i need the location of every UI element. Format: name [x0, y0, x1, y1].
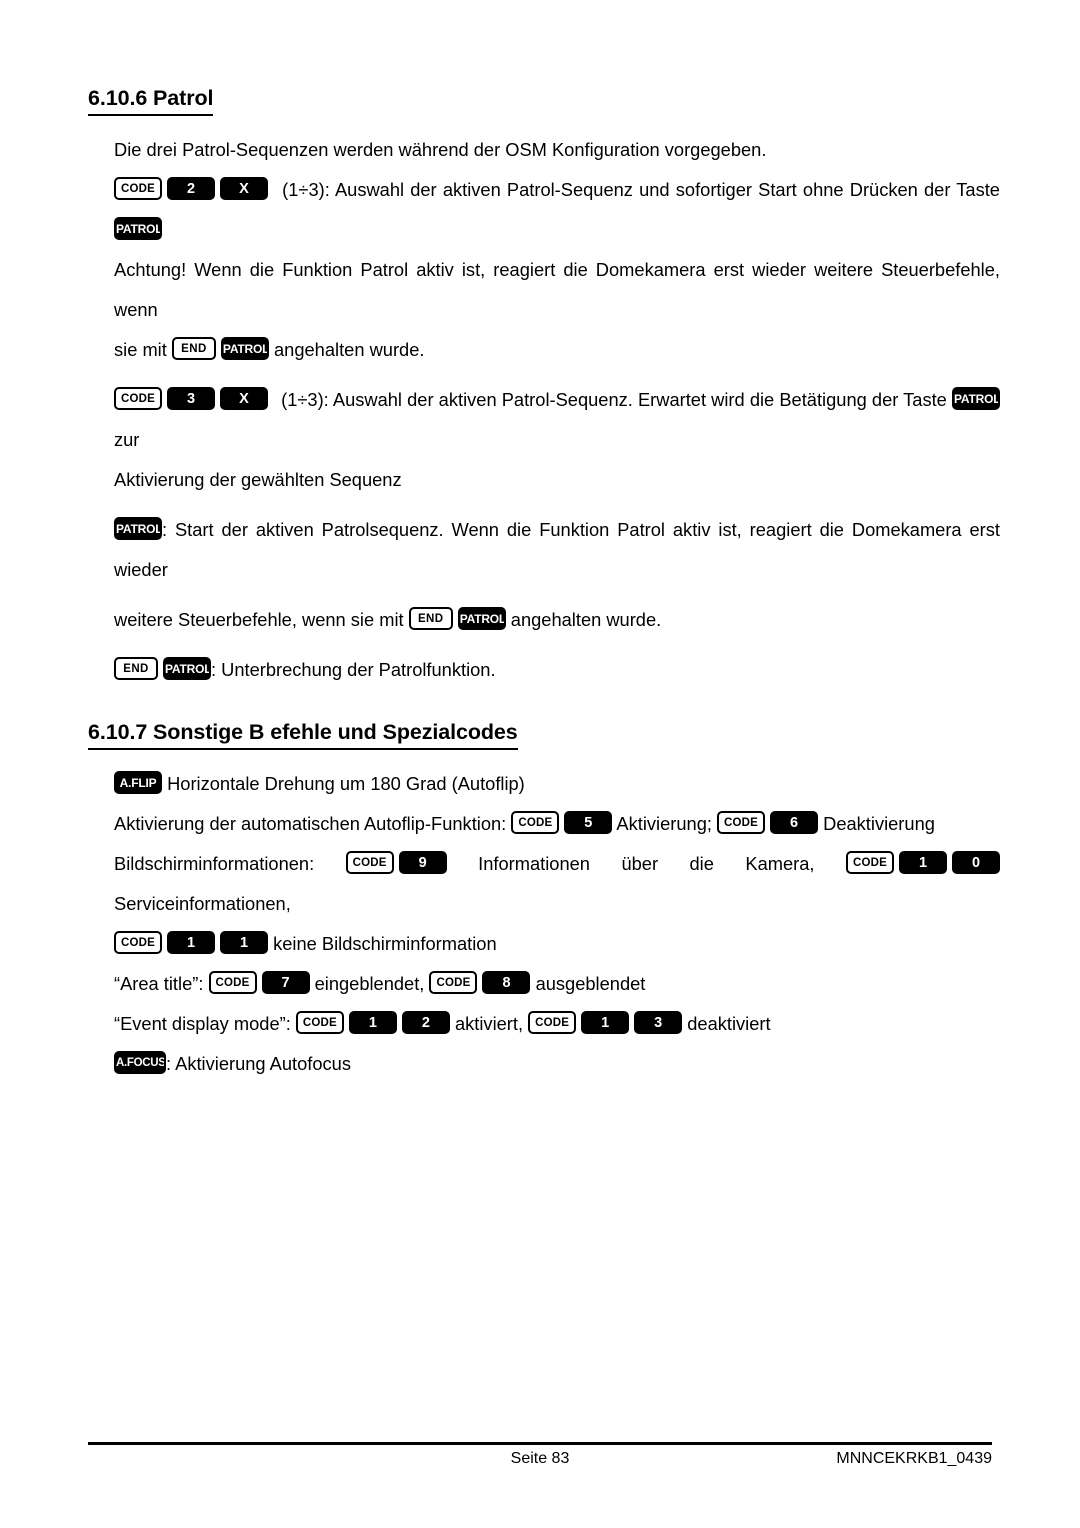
area-title-text-a: eingeblendet, — [314, 972, 425, 994]
heading-patrol: 6.10.6 Patrol — [88, 86, 1000, 116]
screen-info-text-b: Informationen über die Kamera, — [478, 852, 815, 874]
patrol-p3-text-c: Aktivierung der gewählten Sequenz — [114, 468, 402, 490]
key-x[interactable]: X — [220, 386, 268, 410]
no-screen-info-text: keine Bildschirminformation — [273, 932, 497, 954]
footer-document-id: MNNCEKRKB1_0439 — [836, 1450, 992, 1467]
screen-info-line: Bildschirminformationen: CODE 9 Informati… — [114, 844, 1000, 924]
key-code[interactable]: CODE — [114, 386, 162, 410]
document-page: 6.10.6 Patrol Die drei Patrol-Sequenzen … — [0, 0, 1080, 1528]
key-code[interactable]: CODE — [846, 850, 894, 874]
event-display-mode-label: “Event display mode”: — [114, 1012, 291, 1034]
heading-special-codes-text: 6.10.7 Sonstige B efehle und Spezialcode… — [88, 720, 518, 750]
autoflip-function-text-b: Aktivierung; — [616, 812, 712, 834]
key-6[interactable]: 6 — [770, 810, 819, 834]
area-title-line: “Area title”: CODE 7 eingeblendet, CODE 8 … — [114, 964, 1000, 1004]
key-x[interactable]: X — [220, 176, 268, 200]
key-a-focus[interactable]: A.FOCUS — [114, 1050, 166, 1074]
key-a-flip[interactable]: A.FLIP — [114, 770, 162, 794]
patrol-p2-text-b: sie mit — [114, 338, 167, 360]
key-end[interactable]: END — [171, 336, 216, 360]
key-patrol[interactable]: PATROL — [163, 656, 211, 680]
key-code[interactable]: CODE — [114, 930, 162, 954]
patrol-p3: CODE 3 X (1÷3): Auswahl der aktiven Patrol… — [114, 380, 1000, 460]
patrol-p5-text: : Unterbrechung der Patrolfunktion. — [211, 658, 496, 680]
key-patrol[interactable]: PATROL — [114, 516, 162, 540]
patrol-p3-text-a: (1÷3): Auswahl der aktiven Patrol-Sequen… — [281, 388, 947, 410]
key-1[interactable]: 1 — [899, 850, 947, 874]
autoflip-function-line: Aktivierung der automatischen Autoflip-F… — [114, 804, 1000, 844]
key-2[interactable]: 2 — [401, 1010, 450, 1034]
autoflip-function-text-c: Deaktivierung — [823, 812, 935, 834]
key-code[interactable]: CODE — [114, 176, 162, 200]
special-codes-body: A.FLIP Horizontale Drehung um 180 Grad (… — [114, 764, 1000, 1084]
key-code[interactable]: CODE — [717, 810, 766, 834]
key-8[interactable]: 8 — [482, 970, 531, 994]
key-7[interactable]: 7 — [261, 970, 310, 994]
event-display-mode-line: “Event display mode”: CODE 1 2 aktiviert, … — [114, 1004, 1000, 1044]
key-3[interactable]: 3 — [167, 386, 215, 410]
key-1[interactable]: 1 — [581, 1010, 630, 1034]
patrol-p2-text-c: angehalten wurde. — [274, 338, 425, 360]
patrol-p2: Achtung! Wenn die Funktion Patrol aktiv … — [114, 250, 1000, 330]
patrol-p4-text-a: : Start der aktiven Patrolsequenz. Wenn … — [114, 518, 1000, 580]
key-patrol[interactable]: PATROL — [114, 216, 162, 240]
autofocus-line: A.FOCUS: Aktivierung Autofocus — [114, 1044, 1000, 1084]
event-display-mode-text-b: deaktiviert — [687, 1012, 771, 1034]
key-patrol[interactable]: PATROL — [951, 386, 1000, 410]
patrol-p1: CODE 2 X (1÷3): Auswahl der aktiven Patrol… — [114, 170, 1000, 250]
heading-patrol-text: 6.10.6 Patrol — [88, 86, 213, 116]
key-1[interactable]: 1 — [220, 930, 268, 954]
key-1[interactable]: 1 — [167, 930, 215, 954]
heading-special-codes: 6.10.7 Sonstige B efehle und Spezialcode… — [88, 720, 1000, 750]
area-title-label: “Area title”: — [114, 972, 204, 994]
key-3[interactable]: 3 — [634, 1010, 683, 1034]
key-code[interactable]: CODE — [295, 1010, 344, 1034]
key-code[interactable]: CODE — [528, 1010, 577, 1034]
key-5[interactable]: 5 — [564, 810, 613, 834]
autoflip-line: A.FLIP Horizontale Drehung um 180 Grad (… — [114, 764, 1000, 804]
key-end[interactable]: END — [408, 606, 453, 630]
key-patrol[interactable]: PATROL — [220, 336, 269, 360]
area-title-text-b: ausgeblendet — [535, 972, 646, 994]
screen-info-text-c: Serviceinformationen, — [114, 892, 291, 914]
key-2[interactable]: 2 — [167, 176, 215, 200]
autoflip-text: Horizontale Drehung um 180 Grad (Autofli… — [167, 772, 525, 794]
key-code[interactable]: CODE — [429, 970, 478, 994]
patrol-p4: PATROL: Start der aktiven Patrolsequenz.… — [114, 510, 1000, 590]
page-footer: Seite 83 MNNCEKRKB1_0439 — [88, 1450, 992, 1476]
patrol-body: Die drei Patrol-Sequenzen werden während… — [114, 130, 1000, 690]
patrol-p3-line2: Aktivierung der gewählten Sequenz — [114, 460, 1000, 500]
patrol-p3-text-b: zur — [114, 428, 140, 450]
event-display-mode-text-a: aktiviert, — [454, 1012, 524, 1034]
patrol-p2-line2: sie mit END PATROL angehalten wurde. — [114, 330, 1000, 370]
key-code[interactable]: CODE — [511, 810, 560, 834]
no-screen-info-line: CODE 1 1 keine Bildschirminformation — [114, 924, 1000, 964]
patrol-p4-text-c: angehalten wurde. — [510, 608, 662, 630]
autoflip-function-text-a: Aktivierung der automatischen Autoflip-F… — [114, 812, 507, 834]
patrol-p4-line2: weitere Steuerbefehle, wenn sie mit END P… — [114, 600, 1000, 640]
screen-info-text-a: Bildschirminformationen: — [114, 852, 315, 874]
key-code[interactable]: CODE — [208, 970, 257, 994]
key-end[interactable]: END — [114, 656, 158, 680]
key-code[interactable]: CODE — [345, 850, 394, 874]
page-content: 6.10.6 Patrol Die drei Patrol-Sequenzen … — [88, 86, 1000, 1084]
patrol-p2-text-a: Achtung! Wenn die Funktion Patrol aktiv … — [114, 258, 1000, 320]
autofocus-text: : Aktivierung Autofocus — [166, 1052, 351, 1074]
key-9[interactable]: 9 — [398, 850, 447, 874]
key-0[interactable]: 0 — [952, 850, 1000, 874]
patrol-p5: END PATROL: Unterbrechung der Patrolfunkt… — [114, 650, 1000, 690]
patrol-p1-text: (1÷3): Auswahl der aktiven Patrol-Sequen… — [282, 178, 1000, 200]
patrol-intro-text: Die drei Patrol-Sequenzen werden während… — [114, 138, 767, 160]
key-patrol[interactable]: PATROL — [457, 606, 506, 630]
patrol-intro-paragraph: Die drei Patrol-Sequenzen werden während… — [114, 130, 1000, 170]
key-1[interactable]: 1 — [348, 1010, 397, 1034]
patrol-p4-text-b: weitere Steuerbefehle, wenn sie mit — [114, 608, 404, 630]
footer-divider — [88, 1442, 992, 1445]
